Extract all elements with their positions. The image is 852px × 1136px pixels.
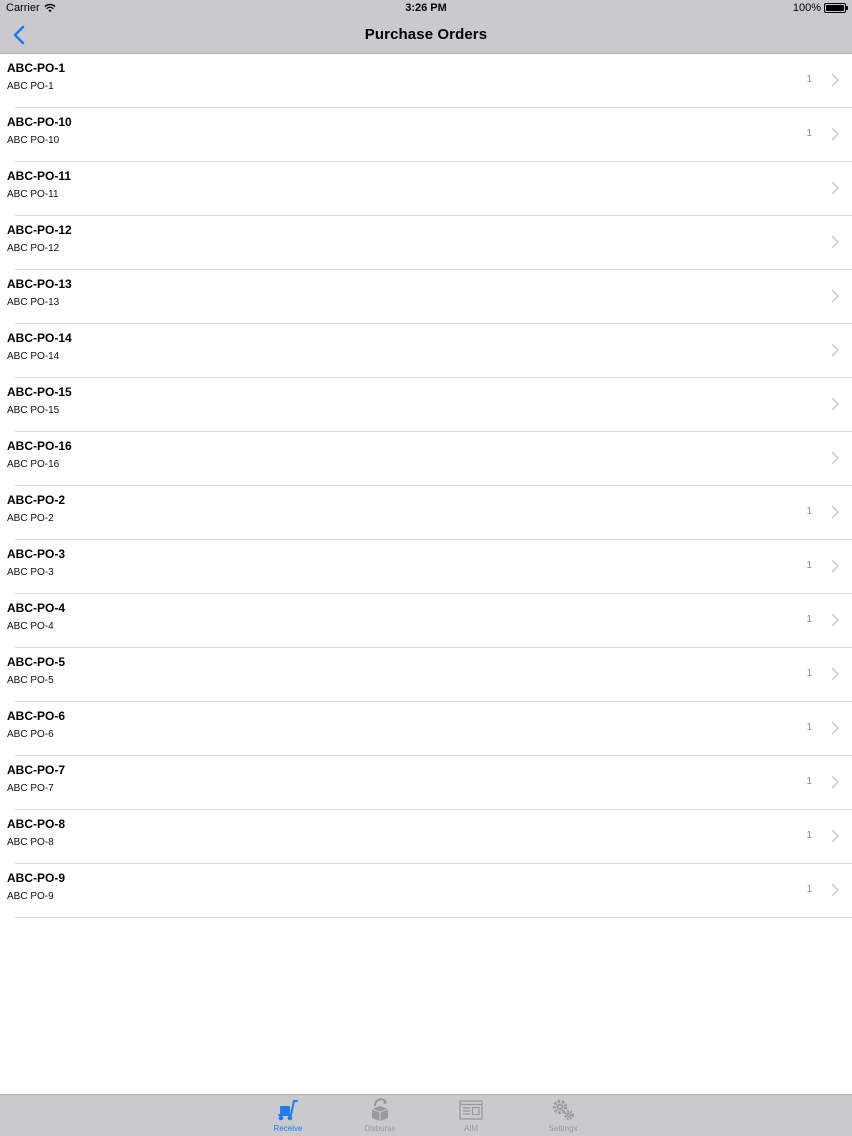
list-item[interactable]: ABC-PO-7 ABC PO-7 1 [0, 756, 852, 810]
list-item[interactable]: ABC-PO-15 ABC PO-15 [0, 378, 852, 432]
order-subtitle: ABC PO-12 [7, 243, 60, 254]
order-subtitle: ABC PO-15 [7, 405, 60, 416]
order-subtitle: ABC PO-5 [7, 675, 54, 686]
order-subtitle: ABC PO-8 [7, 837, 54, 848]
order-subtitle: ABC PO-7 [7, 783, 54, 794]
order-title: ABC-PO-3 [7, 547, 66, 561]
chevron-right-icon [831, 73, 839, 87]
battery-icon [824, 3, 848, 13]
order-count-badge: 1 [806, 722, 812, 733]
chevron-right-icon [831, 505, 839, 519]
order-count-badge: 1 [806, 668, 812, 679]
status-time: 3:26 PM [405, 2, 447, 14]
order-subtitle: ABC PO-10 [7, 135, 60, 146]
order-subtitle: ABC PO-1 [7, 81, 54, 92]
purchase-order-list: ABC-PO-1 ABC PO-1 1 ABC-PO-10 ABC PO-10 1 ABC-… [0, 54, 852, 918]
chevron-right-icon [831, 775, 839, 789]
list-item[interactable]: ABC-PO-16 ABC PO-16 [0, 432, 852, 486]
tab-label: AIM [463, 1124, 479, 1133]
order-title: ABC-PO-8 [7, 817, 66, 831]
order-title: ABC-PO-5 [7, 655, 66, 669]
order-count-badge: 1 [806, 74, 812, 85]
order-title: ABC-PO-1 [7, 61, 66, 75]
list-item[interactable]: ABC-PO-1 ABC PO-1 1 [0, 54, 852, 108]
list-item[interactable]: ABC-PO-5 ABC PO-5 1 [0, 648, 852, 702]
list-item[interactable]: ABC-PO-10 ABC PO-10 1 [0, 108, 852, 162]
list-item[interactable]: ABC-PO-4 ABC PO-4 1 [0, 594, 852, 648]
window-list-icon [459, 1100, 483, 1120]
list-item[interactable]: ABC-PO-13 ABC PO-13 [0, 270, 852, 324]
order-title: ABC-PO-7 [7, 763, 66, 777]
hand-truck-icon [278, 1100, 298, 1121]
chevron-right-icon [831, 397, 839, 411]
order-title: ABC-PO-15 [7, 385, 72, 399]
chevron-right-icon [831, 343, 839, 357]
gears-icon [552, 1099, 574, 1120]
order-subtitle: ABC PO-9 [7, 891, 54, 902]
order-title: ABC-PO-4 [7, 601, 66, 615]
order-subtitle: ABC PO-11 [7, 189, 59, 200]
chevron-right-icon [831, 613, 839, 627]
tab-receive[interactable]: Receive [258, 1098, 318, 1136]
order-title: ABC-PO-6 [7, 709, 66, 723]
status-right: 100% [792, 0, 848, 16]
order-count-badge: 1 [806, 506, 812, 517]
list-item[interactable]: ABC-PO-11 ABC PO-11 [0, 162, 852, 216]
order-count-badge: 1 [806, 884, 812, 895]
order-count-badge: 1 [806, 776, 812, 787]
order-count-badge: 1 [806, 560, 812, 571]
order-subtitle: ABC PO-14 [7, 351, 60, 362]
chevron-right-icon [831, 235, 839, 249]
order-subtitle: ABC PO-3 [7, 567, 54, 578]
order-title: ABC-PO-16 [7, 439, 72, 453]
list-item[interactable]: ABC-PO-14 ABC PO-14 [0, 324, 852, 378]
box-arrow-icon [371, 1098, 389, 1121]
tab-settings[interactable]: Settings [533, 1098, 593, 1136]
list-item[interactable]: ABC-PO-12 ABC PO-12 [0, 216, 852, 270]
chevron-right-icon [831, 559, 839, 573]
chevron-right-icon [831, 667, 839, 681]
list-item[interactable]: ABC-PO-8 ABC PO-8 1 [0, 810, 852, 864]
order-count-badge: 1 [806, 128, 812, 139]
order-title: ABC-PO-13 [7, 277, 72, 291]
order-count-badge: 1 [806, 830, 812, 841]
list-item[interactable]: ABC-PO-9 ABC PO-9 1 [0, 864, 852, 918]
tab-label: Receive [273, 1124, 303, 1133]
chevron-right-icon [831, 127, 839, 141]
order-subtitle: ABC PO-2 [7, 513, 54, 524]
list-item[interactable]: ABC-PO-3 ABC PO-3 1 [0, 540, 852, 594]
chevron-right-icon [831, 451, 839, 465]
battery-fill [826, 5, 844, 11]
chevron-right-icon [831, 289, 839, 303]
order-title: ABC-PO-14 [7, 331, 72, 345]
list-item[interactable]: ABC-PO-2 ABC PO-2 1 [0, 486, 852, 540]
chevron-right-icon [831, 829, 839, 843]
header: Carrier 3:26 PM 100% Purchase Orders [0, 0, 852, 54]
order-title: ABC-PO-12 [7, 223, 72, 237]
list-item[interactable]: ABC-PO-6 ABC PO-6 1 [0, 702, 852, 756]
chevron-right-icon [831, 721, 839, 735]
order-title: ABC-PO-2 [7, 493, 66, 507]
tab-aim[interactable]: AIM [441, 1098, 501, 1136]
nav-bar: Purchase Orders [0, 16, 852, 54]
order-count-badge: 1 [806, 614, 812, 625]
order-subtitle: ABC PO-13 [7, 297, 60, 308]
tab-label: Disburse [364, 1124, 396, 1133]
order-title: ABC-PO-9 [7, 871, 66, 885]
order-subtitle: ABC PO-16 [7, 459, 60, 470]
order-subtitle: ABC PO-6 [7, 729, 54, 740]
tab-label: Settings [548, 1124, 578, 1133]
battery-tip [846, 6, 848, 10]
page-title: Purchase Orders [364, 26, 488, 43]
tab-disburse[interactable]: Disburse [350, 1098, 410, 1136]
chevron-right-icon [831, 181, 839, 195]
tab-bar: Receive Disburse AIM Settings [0, 1094, 852, 1136]
order-title: ABC-PO-10 [7, 115, 72, 129]
order-title: ABC-PO-11 [7, 169, 72, 183]
battery-percent: 100% [792, 2, 821, 14]
order-subtitle: ABC PO-4 [7, 621, 54, 632]
app-window: Carrier 3:26 PM 100% Purchase Orders ABC… [0, 0, 852, 1136]
chevron-right-icon [831, 883, 839, 897]
status-bar: Carrier 3:26 PM 100% [0, 0, 852, 16]
